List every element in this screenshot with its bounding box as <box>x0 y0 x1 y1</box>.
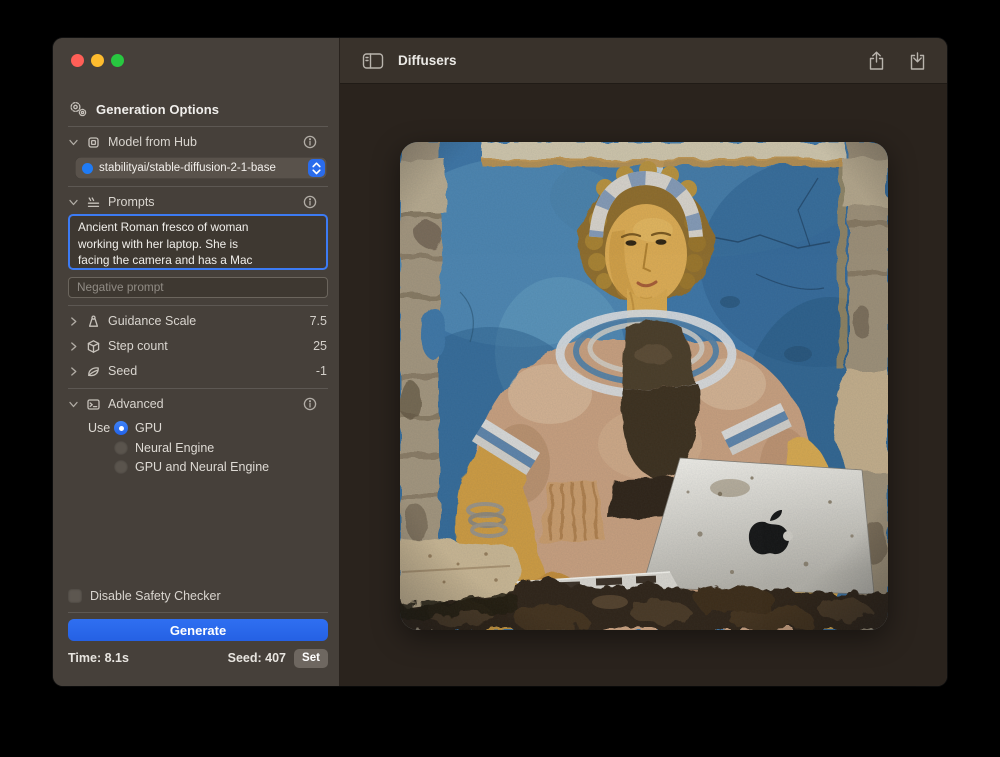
radio-neural-engine[interactable] <box>114 441 128 455</box>
minimize-button[interactable] <box>91 54 104 67</box>
model-select-value: stabilityai/stable-diffusion-2-1-base <box>99 162 308 174</box>
advanced-section-header: Advanced <box>68 395 327 413</box>
chevron-down-icon[interactable] <box>68 399 79 410</box>
seed-label: Seed <box>108 364 137 378</box>
select-stepper-icon <box>308 159 325 177</box>
step-count-row: Step count 25 <box>68 337 327 355</box>
guidance-scale-row: Guidance Scale 7.5 <box>68 312 327 330</box>
guidance-scale-label: Guidance Scale <box>108 314 196 328</box>
model-section-header: Model from Hub <box>68 133 327 151</box>
window-title: Diffusers <box>398 53 457 68</box>
chevron-down-icon[interactable] <box>68 137 79 148</box>
generation-options-sidebar: Generation Options Model from Hub stabil… <box>53 38 340 686</box>
quote-list-icon <box>85 195 102 210</box>
divider <box>68 305 328 306</box>
app-window: Generation Options Model from Hub stabil… <box>53 38 947 686</box>
step-count-label: Step count <box>108 339 168 353</box>
safety-checker-row[interactable]: Disable Safety Checker <box>68 588 327 604</box>
scale-icon <box>85 314 102 329</box>
negative-prompt-input[interactable]: Negative prompt <box>68 277 328 298</box>
prompt-input[interactable]: Ancient Roman fresco of woman working wi… <box>68 214 328 270</box>
set-seed-button[interactable]: Set <box>294 649 328 668</box>
prompts-section-label: Prompts <box>108 195 155 209</box>
main-titlebar: Diffusers <box>340 38 947 84</box>
advanced-section-label: Advanced <box>108 397 164 411</box>
generate-button[interactable]: Generate <box>68 619 328 641</box>
prompt-line: working with her laptop. She is <box>78 236 318 253</box>
fresco-artwork <box>400 142 888 630</box>
seed-value: -1 <box>316 364 327 378</box>
generate-button-label: Generate <box>170 623 226 638</box>
divider <box>68 388 328 389</box>
radio-gpu-and-neural-engine-label: GPU and Neural Engine <box>135 460 269 474</box>
close-button[interactable] <box>71 54 84 67</box>
generated-image <box>400 142 888 630</box>
seed-status: Seed: 407 <box>228 651 286 665</box>
radio-neural-engine-label: Neural Engine <box>135 441 214 455</box>
sidebar-title: Generation Options <box>96 102 219 117</box>
chip-icon <box>85 135 102 150</box>
time-status: Time: 8.1s <box>68 651 129 665</box>
chevron-down-icon[interactable] <box>68 197 79 208</box>
save-icon[interactable] <box>908 50 927 72</box>
radio-row-neural-engine[interactable]: Neural Engine <box>114 440 214 456</box>
info-icon[interactable] <box>303 397 317 411</box>
gears-icon <box>68 100 90 118</box>
main-content: Diffusers <box>340 38 947 686</box>
traffic-lights <box>71 54 124 67</box>
sidebar-header: Generation Options <box>68 99 327 119</box>
chevron-right-icon[interactable] <box>68 366 79 377</box>
safety-checkbox[interactable] <box>68 589 82 603</box>
info-icon[interactable] <box>303 195 317 209</box>
radio-row-gpu-and-neural-engine[interactable]: GPU and Neural Engine <box>114 459 269 475</box>
share-icon[interactable] <box>867 50 886 72</box>
seed-row: Seed -1 <box>68 362 327 380</box>
prompts-section-header: Prompts <box>68 193 327 211</box>
radio-gpu-and-neural-engine[interactable] <box>114 460 128 474</box>
cube-icon <box>85 339 102 354</box>
zoom-button[interactable] <box>111 54 124 67</box>
model-section-label: Model from Hub <box>108 135 197 149</box>
terminal-icon <box>85 397 102 412</box>
sidebar-toggle-icon[interactable] <box>362 52 384 70</box>
divider <box>68 612 328 613</box>
chevron-right-icon[interactable] <box>68 341 79 352</box>
radio-gpu[interactable] <box>114 421 128 435</box>
use-label: Use <box>88 421 110 435</box>
divider <box>68 186 328 187</box>
model-status-dot <box>82 163 93 174</box>
leaf-icon <box>85 364 102 379</box>
status-bar: Time: 8.1s Seed: 407 Set <box>68 648 328 668</box>
guidance-scale-value: 7.5 <box>310 314 327 328</box>
step-count-value: 25 <box>313 339 327 353</box>
safety-checkbox-label: Disable Safety Checker <box>90 589 221 603</box>
divider <box>68 126 328 127</box>
chevron-right-icon[interactable] <box>68 316 79 327</box>
radio-row-gpu[interactable]: GPU <box>114 420 162 436</box>
set-seed-button-label: Set <box>302 652 320 664</box>
prompt-line: facing the camera and has a Mac <box>78 252 318 269</box>
radio-gpu-label: GPU <box>135 421 162 435</box>
info-icon[interactable] <box>303 135 317 149</box>
prompt-line: Ancient Roman fresco of woman <box>78 219 318 236</box>
negative-prompt-placeholder: Negative prompt <box>77 280 164 294</box>
model-select[interactable]: stabilityai/stable-diffusion-2-1-base <box>75 157 327 179</box>
